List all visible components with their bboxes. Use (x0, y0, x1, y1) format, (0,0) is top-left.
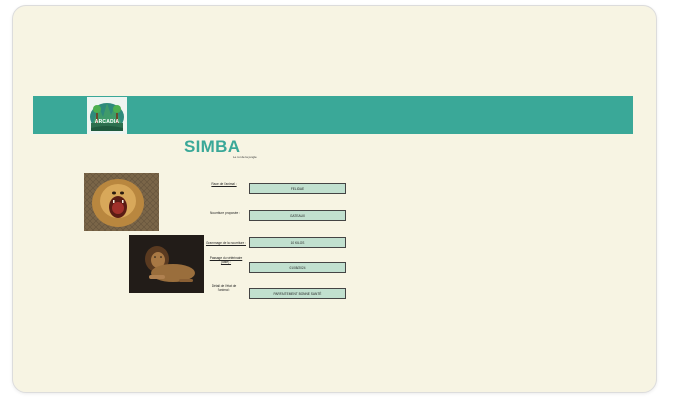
arcadia-logo[interactable]: ARCADIA (87, 97, 127, 134)
animal-name-title: SIMBA (184, 137, 241, 156)
logo-text: ARCADIA (94, 119, 120, 125)
field-value-grammage[interactable]: 10 KILOS (249, 237, 346, 248)
field-label-food: Nourriture proposée : (209, 211, 241, 215)
field-label-race: Race de l'animal : (211, 182, 237, 186)
field-value-vet-date[interactable]: 01/08/2024 (249, 262, 346, 273)
field-value-race[interactable]: FELIDAE (249, 183, 346, 194)
field-label-animal-state: Détail de l'état de l'animal : (211, 284, 237, 292)
field-label-grammage: Grammage de la nourriture : (205, 241, 247, 245)
field-value-animal-state[interactable]: PARFAITEMENT BONNE SANTÉ (249, 288, 346, 299)
lion-resting-photo (129, 235, 204, 293)
field-value-food[interactable]: GATEAUX (249, 210, 346, 221)
animal-subtitle: Le roi de la jungle (233, 155, 257, 159)
field-label-vet-date: Passage du vétérinaire (date) : (209, 256, 243, 264)
lion-roaring-photo (84, 173, 159, 231)
zoo-logo-icon (87, 97, 127, 134)
